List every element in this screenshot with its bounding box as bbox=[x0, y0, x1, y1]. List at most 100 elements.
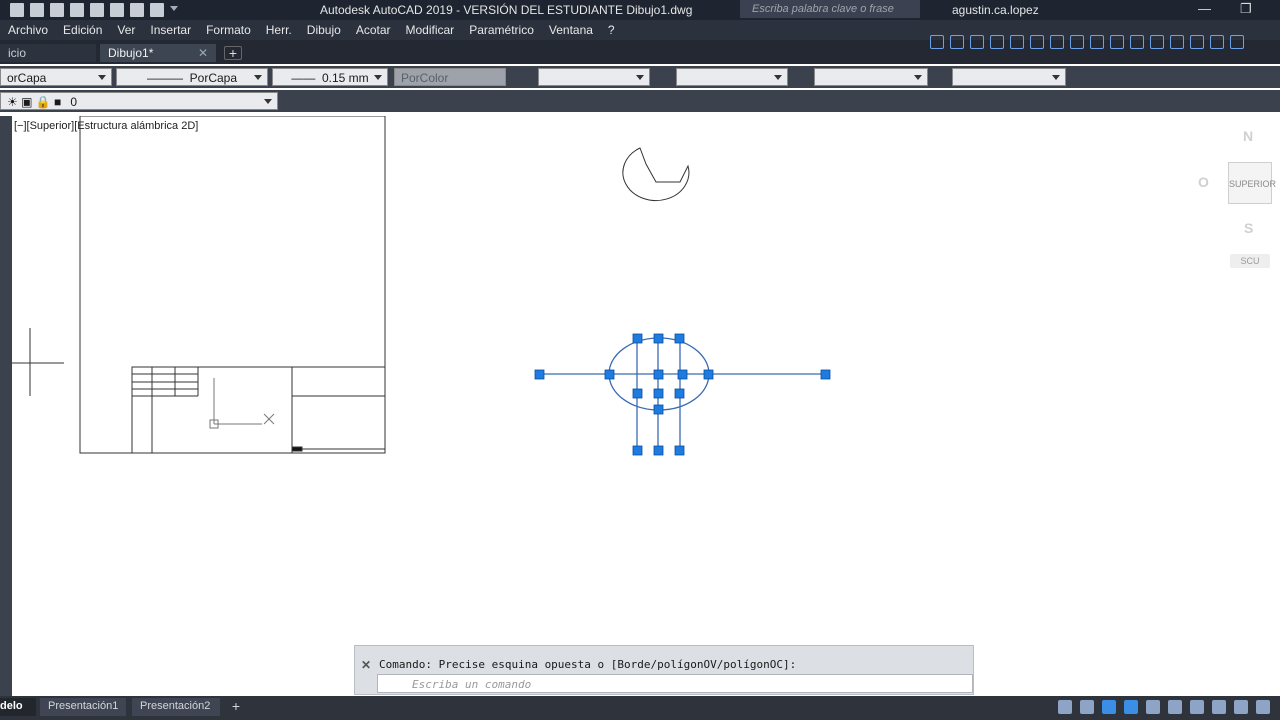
tab-dibujo1-label: Dibujo1* bbox=[108, 46, 154, 60]
command-input[interactable]: Escriba un comando bbox=[377, 674, 973, 693]
chevron-down-icon bbox=[98, 75, 106, 80]
viewcube-north[interactable]: N bbox=[1243, 128, 1253, 144]
tolerance-icon[interactable] bbox=[1190, 35, 1204, 49]
tab-model[interactable]: delo bbox=[0, 698, 36, 716]
menu-archivo[interactable]: Archivo bbox=[0, 23, 55, 37]
linetype-select[interactable]: ——— PorCapa bbox=[116, 68, 268, 86]
tab-presentacion1[interactable]: Presentación1 bbox=[40, 698, 126, 716]
qat-dropdown-icon[interactable] bbox=[170, 6, 178, 14]
restore-icon[interactable]: ❐ bbox=[1240, 1, 1252, 17]
continue-icon[interactable] bbox=[1130, 35, 1144, 49]
layer-select[interactable]: ☀ ▣ 🔒 ■ 0 bbox=[0, 92, 278, 110]
quick-access-toolbar bbox=[0, 0, 178, 20]
quick-dimension-icon[interactable] bbox=[1090, 35, 1104, 49]
text-style-select[interactable] bbox=[538, 68, 650, 86]
menu-help[interactable]: ? bbox=[600, 23, 622, 37]
close-tab-icon[interactable]: ✕ bbox=[198, 46, 208, 60]
search-input[interactable]: Escriba palabra clave o frase bbox=[740, 0, 920, 18]
viewcube-face[interactable]: SUPERIOR bbox=[1228, 162, 1276, 204]
ucs-menu[interactable]: SCU bbox=[1230, 254, 1270, 268]
open-file-icon[interactable] bbox=[30, 3, 44, 17]
workspace-icon[interactable] bbox=[1234, 700, 1248, 714]
save-as-icon[interactable] bbox=[70, 3, 84, 17]
chevron-down-icon bbox=[636, 75, 644, 80]
multileader-style-select[interactable] bbox=[952, 68, 1066, 86]
menu-herr[interactable]: Herr. bbox=[258, 23, 299, 37]
table-style-select[interactable] bbox=[814, 68, 928, 86]
chevron-down-icon bbox=[264, 99, 272, 104]
menu-ver[interactable]: Ver bbox=[109, 23, 142, 37]
command-history: Comando: Precise esquina opuesta o [Bord… bbox=[379, 658, 797, 671]
lineweight-icon[interactable] bbox=[1190, 700, 1204, 714]
grips[interactable] bbox=[534, 333, 831, 456]
center-mark-icon[interactable] bbox=[1210, 35, 1224, 49]
user-account[interactable]: agustin.ca.lopez bbox=[952, 3, 1039, 17]
tab-presentacion2[interactable]: Presentación2 bbox=[132, 698, 220, 716]
chevron-down-icon bbox=[374, 75, 382, 80]
diameter-icon[interactable] bbox=[1050, 35, 1064, 49]
close-icon[interactable]: ✕ bbox=[361, 658, 371, 672]
annotation-icon[interactable] bbox=[1212, 700, 1226, 714]
layer-name: 0 bbox=[70, 95, 78, 109]
menu-formato[interactable]: Formato bbox=[198, 23, 258, 37]
radius-icon[interactable] bbox=[1010, 35, 1024, 49]
dim-style-select[interactable] bbox=[676, 68, 788, 86]
menu-insertar[interactable]: Insertar bbox=[142, 23, 198, 37]
drawing-svg[interactable] bbox=[12, 116, 1280, 696]
ordinate-icon[interactable] bbox=[990, 35, 1004, 49]
menu-modificar[interactable]: Modificar bbox=[398, 23, 462, 37]
plotstyle-select: PorColor bbox=[394, 68, 506, 86]
dimension-toolbar bbox=[930, 35, 1244, 51]
angular-icon[interactable] bbox=[1070, 35, 1084, 49]
plotstyle-value: PorColor bbox=[401, 71, 449, 85]
chevron-down-icon bbox=[774, 75, 782, 80]
inspect-icon[interactable] bbox=[1230, 35, 1244, 49]
draw-toolbar[interactable] bbox=[0, 116, 12, 696]
redo-icon[interactable] bbox=[150, 3, 164, 17]
add-layout-button[interactable]: + bbox=[228, 698, 244, 716]
osnap-icon[interactable] bbox=[1146, 700, 1160, 714]
linear-dimension-icon[interactable] bbox=[930, 35, 944, 49]
menu-edicion[interactable]: Edición bbox=[55, 23, 109, 37]
plot-icon[interactable] bbox=[110, 3, 124, 17]
aligned-dimension-icon[interactable] bbox=[950, 35, 964, 49]
chevron-down-icon bbox=[1052, 75, 1060, 80]
chevron-down-icon bbox=[254, 75, 262, 80]
lineweight-select[interactable]: —— 0.15 mm bbox=[272, 68, 388, 86]
color-select[interactable]: orCapa bbox=[0, 68, 112, 86]
jogged-icon[interactable] bbox=[1030, 35, 1044, 49]
linetype-value: PorCapa bbox=[189, 71, 238, 85]
lineweight-value: 0.15 mm bbox=[321, 71, 369, 85]
arc-length-icon[interactable] bbox=[970, 35, 984, 49]
viewcube-south[interactable]: S bbox=[1244, 220, 1253, 236]
menu-ventana[interactable]: Ventana bbox=[541, 23, 600, 37]
drawing-area[interactable] bbox=[12, 116, 1280, 696]
command-line: ✕ Comando: Precise esquina opuesta o [Bo… bbox=[354, 645, 974, 695]
break-icon[interactable] bbox=[1170, 35, 1184, 49]
ortho-icon[interactable] bbox=[1102, 700, 1116, 714]
menu-parametrico[interactable]: Paramétrico bbox=[461, 23, 541, 37]
polar-icon[interactable] bbox=[1124, 700, 1138, 714]
otrack-icon[interactable] bbox=[1168, 700, 1182, 714]
new-tab-button[interactable]: + bbox=[224, 46, 242, 60]
title-block-frame bbox=[79, 116, 386, 454]
menu-acotar[interactable]: Acotar bbox=[348, 23, 398, 37]
undo-icon[interactable] bbox=[130, 3, 144, 17]
new-file-icon[interactable] bbox=[10, 3, 24, 17]
web-mobile-icon[interactable] bbox=[90, 3, 104, 17]
ucs-icon bbox=[209, 378, 275, 429]
minimize-icon[interactable]: — bbox=[1198, 1, 1211, 16]
viewport-controls[interactable]: [−][Superior][Estructura alámbrica 2D] bbox=[14, 120, 198, 132]
title-bar: Autodesk AutoCAD 2019 - VERSIÓN DEL ESTU… bbox=[0, 0, 1280, 20]
grid-icon[interactable] bbox=[1058, 700, 1072, 714]
space-icon[interactable] bbox=[1150, 35, 1164, 49]
tab-dibujo1[interactable]: Dibujo1* ✕ bbox=[100, 44, 216, 62]
tab-inicio[interactable]: icio bbox=[0, 44, 96, 62]
customize-icon[interactable] bbox=[1256, 700, 1270, 714]
color-value: orCapa bbox=[7, 71, 47, 85]
save-icon[interactable] bbox=[50, 3, 64, 17]
baseline-icon[interactable] bbox=[1110, 35, 1124, 49]
snap-icon[interactable] bbox=[1080, 700, 1094, 714]
viewcube-west[interactable]: O bbox=[1198, 174, 1209, 190]
menu-dibujo[interactable]: Dibujo bbox=[299, 23, 348, 37]
